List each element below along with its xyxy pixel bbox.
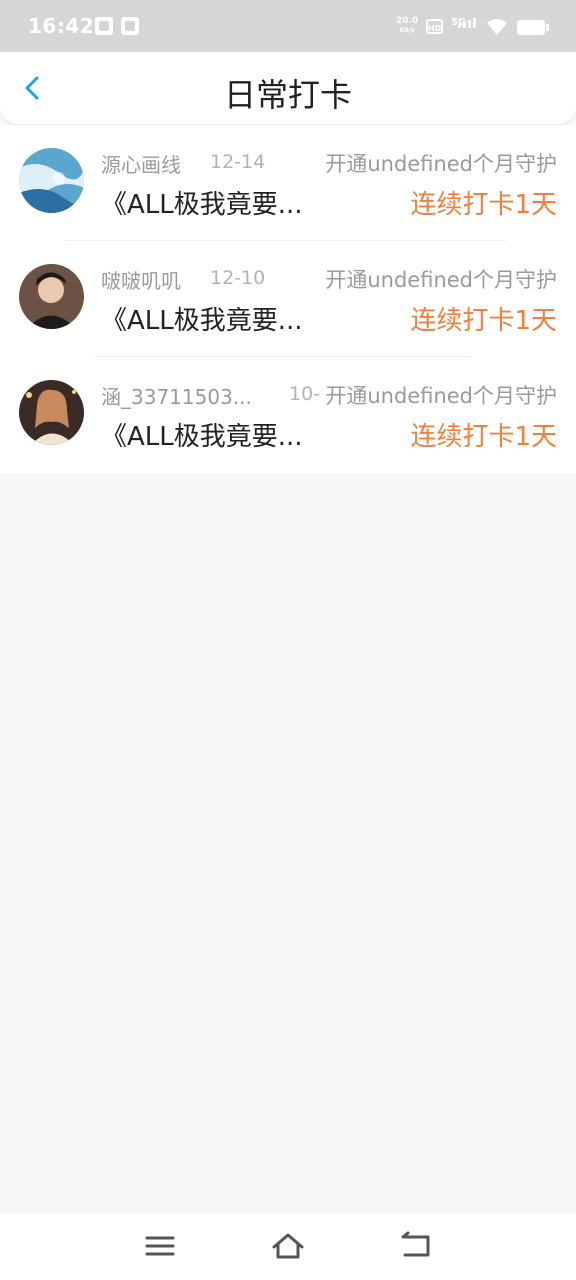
system-nav-bar — [0, 1213, 576, 1280]
wifi-icon — [487, 19, 507, 35]
back-arrow-icon[interactable] — [399, 1231, 433, 1261]
post-date: 12-10 — [210, 267, 266, 289]
streak-text: 连续打卡1天 — [410, 190, 557, 220]
avatar[interactable] — [19, 264, 84, 329]
checkin-list: 源心画线 12-14 开通undefined个月守护 《ALL极我竟要... 连… — [0, 125, 576, 473]
menu-icon[interactable] — [143, 1231, 177, 1261]
streak-text: 连续打卡1天 — [410, 422, 557, 452]
guard-text: 开通undefined个月守护 — [325, 268, 557, 292]
streak-text: 连续打卡1天 — [410, 306, 557, 336]
avatar[interactable] — [19, 148, 84, 213]
status-bar: 16:42 20.0 KB/s HD 5G — [0, 0, 576, 52]
avatar[interactable] — [19, 380, 84, 445]
work-title[interactable]: 《ALL极我竟要... — [101, 416, 303, 453]
hd-icon: HD — [426, 19, 443, 34]
guard-text: 开通undefined个月守护 — [325, 152, 557, 176]
user-name: 涵_33711503... — [101, 385, 252, 409]
list-item[interactable]: 涵_33711503... 10- 开通undefined个月守护 《ALL极我… — [0, 357, 576, 473]
work-title[interactable]: 《ALL极我竟要... — [101, 300, 303, 337]
status-time: 16:42 — [28, 14, 95, 38]
list-item[interactable]: 啵啵叽叽 12-10 开通undefined个月守护 《ALL极我竟要... 连… — [0, 241, 576, 357]
battery-icon — [517, 20, 549, 35]
user-name: 源心画线 — [101, 153, 181, 177]
network-speed-value: 20.0 — [396, 16, 419, 26]
user-name: 啵啵叽叽 — [101, 269, 181, 293]
header: 日常打卡 — [0, 52, 576, 124]
list-item[interactable]: 源心画线 12-14 开通undefined个月守护 《ALL极我竟要... 连… — [0, 125, 576, 241]
guard-text: 开通undefined个月守护 — [325, 384, 557, 408]
page-title: 日常打卡 — [223, 76, 352, 114]
notification-mail-icon — [121, 17, 139, 35]
home-icon[interactable] — [271, 1231, 305, 1261]
post-date: 10- — [289, 383, 321, 405]
work-title[interactable]: 《ALL极我竟要... — [101, 184, 303, 221]
network-speed-unit: KB/s — [399, 27, 415, 34]
notification-app-icon — [95, 17, 113, 35]
post-date: 12-14 — [210, 151, 266, 173]
network-speed: 20.0 KB/s — [396, 17, 418, 35]
